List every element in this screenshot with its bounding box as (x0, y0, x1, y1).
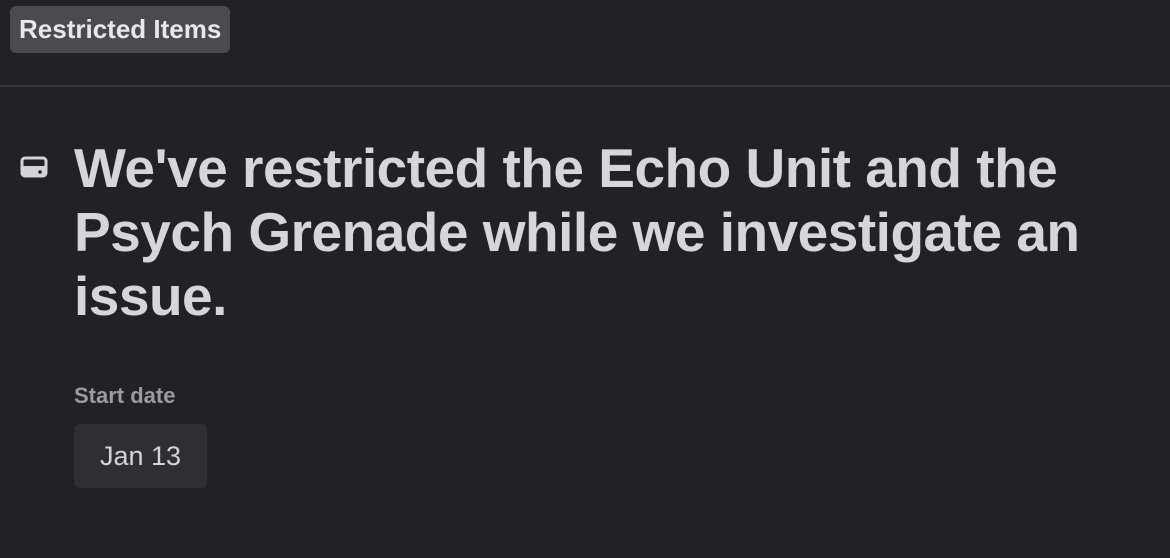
header: Restricted Items (0, 0, 1170, 87)
notice-title: We've restricted the Echo Unit and the P… (74, 137, 1080, 327)
start-date-label: Start date (74, 383, 176, 408)
hard-drive-icon (19, 155, 49, 181)
start-date-value: Jan 13 (74, 424, 207, 488)
restricted-items-tag[interactable]: Restricted Items (10, 6, 231, 53)
page: Restricted Items We've restricted the Ec… (0, 0, 1170, 558)
